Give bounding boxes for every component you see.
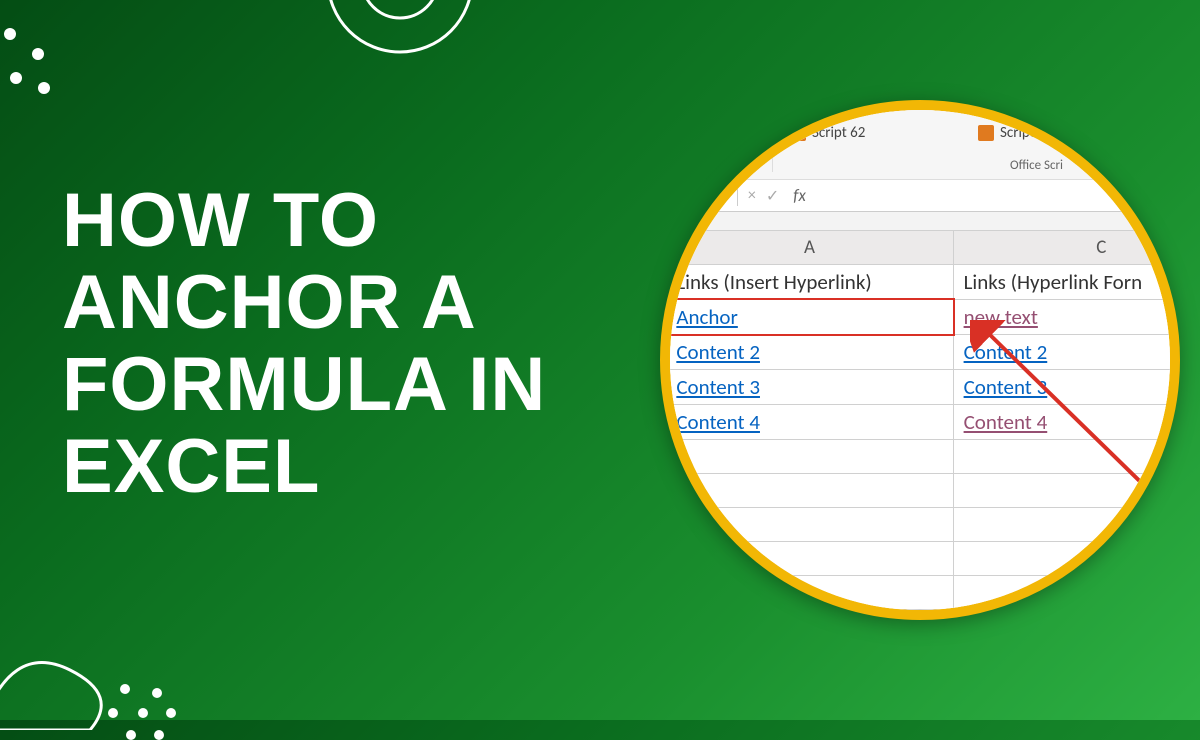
ribbon-script-item[interactable]: Script 62 [790, 124, 865, 142]
decorative-shape-bottom-left [0, 600, 180, 730]
table-row [660, 474, 1180, 508]
cell[interactable] [666, 440, 953, 474]
headline-text: How to Anchor a Formula in Excel [62, 180, 622, 508]
table-row: 3 Content 2 Content 2 [660, 335, 1180, 370]
cell[interactable]: Links (Insert Hyperlink) [666, 265, 953, 300]
row-header[interactable] [660, 542, 666, 576]
row-header[interactable]: 3 [660, 335, 666, 370]
table-row: 1 Links (Insert Hyperlink) Links (Hyperl… [660, 265, 1180, 300]
cell[interactable] [666, 576, 953, 610]
cell[interactable]: Links (Hyperlink Forn [953, 265, 1180, 300]
hyperlink[interactable]: Content 2 [964, 339, 1048, 365]
cell[interactable]: Content 4 [953, 405, 1180, 440]
table-row: Content 4 Content 4 [660, 405, 1180, 440]
cell[interactable]: Content 2 [953, 335, 1180, 370]
name-box-dropdown-icon[interactable]: ▼ [710, 189, 721, 202]
cell[interactable]: Content 3 [666, 370, 953, 405]
table-row [660, 576, 1180, 610]
column-header[interactable]: C [953, 231, 1180, 265]
ribbon-script-item[interactable]: Scrip [978, 100, 1030, 110]
cell[interactable] [953, 474, 1180, 508]
script-label: Script 62 [812, 124, 865, 142]
cell[interactable] [953, 576, 1180, 610]
script-icon [978, 100, 994, 109]
column-header[interactable]: A [666, 231, 953, 265]
script-label: Script 64 [1000, 124, 1053, 142]
select-all-corner[interactable] [660, 231, 666, 265]
formula-bar[interactable]: ▼ × ✓ fx [660, 180, 1180, 212]
hyperlink[interactable]: Content 4 [964, 409, 1048, 435]
hyperlink[interactable]: Content 3 [676, 374, 760, 400]
cell[interactable]: Content 3 [953, 370, 1180, 405]
table-row [660, 542, 1180, 576]
ribbon-script-item[interactable]: ript 66 [790, 100, 852, 110]
row-header[interactable] [660, 474, 666, 508]
cell[interactable]: Content 2 [666, 335, 953, 370]
formula-bar-separator [737, 186, 738, 206]
row-header[interactable]: 4 [660, 370, 666, 405]
script-icon [790, 100, 806, 109]
hyperlink[interactable]: Content 2 [676, 339, 760, 365]
ribbon-script-item[interactable]: Script 64 [978, 124, 1053, 142]
row-header[interactable] [660, 440, 666, 474]
excel-ribbon: pt ript 66 Scrip Script 62 Script 64 g T… [660, 100, 1180, 180]
row-header[interactable]: 1 [660, 265, 666, 300]
excel-screenshot-frame: pt ript 66 Scrip Script 62 Script 64 g T… [660, 100, 1180, 620]
script-icon [978, 125, 994, 141]
row-header[interactable] [660, 405, 666, 440]
formula-enter-icon[interactable]: ✓ [766, 186, 779, 206]
ribbon-redbox-label: pt [712, 130, 725, 148]
cell[interactable] [666, 508, 953, 542]
ribbon-group-label-right: Office Scri [1010, 158, 1063, 173]
spreadsheet-grid[interactable]: A C 1 Links (Insert Hyperlink) Links (Hy… [660, 230, 1180, 610]
row-header[interactable] [660, 508, 666, 542]
formula-cancel-icon[interactable]: × [748, 186, 756, 205]
cell[interactable] [666, 542, 953, 576]
cell[interactable]: new text [953, 300, 1180, 335]
hyperlink[interactable]: Anchor [676, 304, 738, 330]
hyperlink[interactable]: Content 3 [964, 374, 1048, 400]
ribbon-group-label-left: g Tools [708, 158, 744, 173]
row-header[interactable]: 2 [660, 300, 666, 335]
table-row: 4 Content 3 Content 3 [660, 370, 1180, 405]
cell[interactable] [666, 474, 953, 508]
script-label: Scrip [1000, 100, 1030, 110]
ribbon-highlighted-button[interactable] [700, 100, 750, 150]
excel-screenshot: pt ript 66 Scrip Script 62 Script 64 g T… [660, 100, 1180, 620]
script-icon [790, 125, 806, 141]
cell[interactable]: Content 4 [666, 405, 953, 440]
hyperlink[interactable]: new text [964, 304, 1038, 330]
spacer [660, 212, 1180, 230]
cell[interactable] [953, 542, 1180, 576]
table-row [660, 508, 1180, 542]
table-row: 2 Anchor new text [660, 300, 1180, 335]
cell-selected[interactable]: Anchor [666, 300, 953, 335]
row-header[interactable] [660, 576, 666, 610]
ribbon-separator [772, 100, 773, 172]
fx-label[interactable]: fx [793, 185, 806, 206]
cell[interactable] [953, 440, 1180, 474]
decorative-circles-top [310, 0, 490, 90]
script-label: ript 66 [812, 100, 852, 110]
cell[interactable] [953, 508, 1180, 542]
hyperlink[interactable]: Content 4 [676, 409, 760, 435]
table-row [660, 440, 1180, 474]
